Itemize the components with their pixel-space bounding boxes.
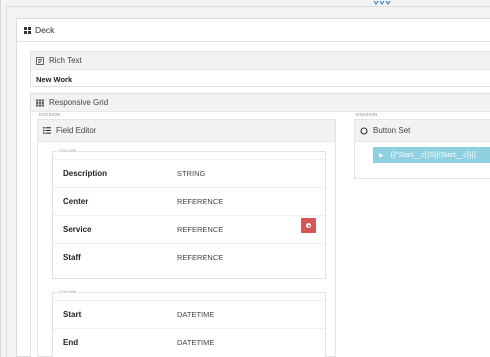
division-label: DIVISION	[356, 112, 378, 117]
list-icon	[43, 127, 51, 134]
delete-icon	[306, 223, 311, 228]
play-icon: ▶	[379, 152, 384, 159]
button-set-header[interactable]: Button Set	[355, 120, 490, 142]
field-type: STRING	[177, 169, 206, 178]
rich-text-content: New Work	[36, 75, 73, 84]
field-editor-title: Field Editor	[56, 126, 97, 135]
field-type: REFERENCE	[177, 253, 224, 262]
action-button[interactable]: ▶ {{^Start__c}}S{{/Start__c}}{{	[373, 147, 490, 163]
field-row[interactable]: Center REFERENCE	[53, 187, 325, 215]
rich-text-header[interactable]: Rich Text	[31, 52, 490, 70]
field-type: REFERENCE	[177, 197, 224, 206]
rich-text-panel: Rich Text New Work	[30, 51, 490, 87]
responsive-grid-title: Responsive Grid	[49, 98, 109, 107]
field-type: DATETIME	[177, 310, 215, 319]
button-set-title: Button Set	[373, 126, 411, 135]
field-editor-column-1: COLUMN Description STRING Center REFEREN…	[52, 148, 326, 279]
field-name: End	[63, 338, 79, 347]
responsive-grid-icon	[36, 99, 44, 107]
field-row[interactable]: Description STRING	[53, 159, 325, 187]
field-name: Staff	[63, 253, 81, 262]
field-type: REFERENCE	[177, 225, 224, 234]
field-name: Center	[63, 197, 89, 206]
grid-icon	[24, 26, 31, 34]
field-row[interactable]: Service REFERENCE	[53, 215, 325, 243]
field-editor-header[interactable]: Field Editor	[38, 120, 335, 142]
field-row[interactable]: End DATETIME	[53, 328, 325, 356]
field-row[interactable]: Start DATETIME	[53, 300, 325, 328]
field-name: Service	[63, 225, 92, 234]
deck-header[interactable]: Deck	[17, 19, 490, 42]
field-type: DATETIME	[177, 338, 215, 347]
rich-text-icon	[36, 56, 44, 65]
column-label: COLUMN	[57, 148, 79, 153]
field-editor-column-2: COLUMN Start DATETIME End DATETIME	[52, 289, 326, 357]
column-label: COLUMN	[57, 289, 79, 294]
field-name: Description	[63, 169, 108, 178]
rich-text-title: Rich Text	[49, 56, 82, 65]
delete-button[interactable]	[301, 218, 316, 233]
field-row[interactable]: Staff REFERENCE	[53, 243, 325, 271]
deck-title: Deck	[35, 25, 55, 35]
division-label: DIVISION	[39, 112, 61, 117]
circle-icon	[360, 126, 368, 135]
chevrons-down-icon[interactable]	[372, 0, 392, 6]
field-name: Start	[63, 310, 82, 319]
responsive-grid-header[interactable]: Responsive Grid	[31, 94, 490, 112]
action-button-label: {{^Start__c}}S{{/Start__c}}{{	[390, 151, 477, 159]
